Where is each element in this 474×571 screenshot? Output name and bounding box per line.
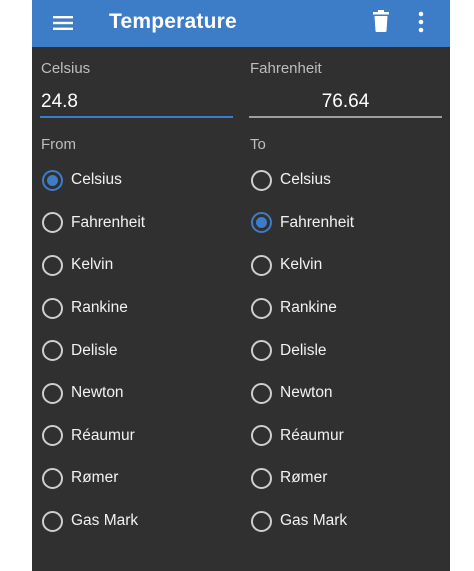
- radio-button[interactable]: [251, 340, 272, 362]
- to-option-reaumur[interactable]: Réaumur: [249, 415, 449, 458]
- option-label: Rømer: [71, 469, 119, 487]
- radio-button[interactable]: [42, 510, 63, 532]
- app-screen: Temperature Celsius Fahrenheit From To C…: [32, 0, 450, 571]
- fahrenheit-input[interactable]: [249, 88, 442, 118]
- to-option-romer[interactable]: Rømer: [249, 457, 449, 500]
- to-option-rankine[interactable]: Rankine: [249, 287, 449, 330]
- from-option-delisle[interactable]: Delisle: [40, 329, 240, 372]
- to-option-celsius[interactable]: Celsius: [249, 159, 449, 202]
- option-label: Réaumur: [71, 426, 135, 444]
- radio-button[interactable]: [42, 254, 63, 276]
- radio-button[interactable]: [42, 467, 63, 489]
- from-option-rankine[interactable]: Rankine: [40, 287, 240, 330]
- celsius-label: Celsius: [41, 60, 91, 77]
- from-option-reaumur[interactable]: Réaumur: [40, 415, 240, 458]
- option-label: Fahrenheit: [280, 213, 355, 231]
- radio-button[interactable]: [251, 212, 272, 234]
- option-label: Gas Mark: [71, 512, 139, 530]
- from-radio-group: Celsius Fahrenheit Kelvin Rankine Delisl…: [40, 159, 240, 542]
- option-label: Kelvin: [71, 256, 114, 274]
- to-option-fahrenheit[interactable]: Fahrenheit: [249, 202, 449, 245]
- to-option-newton[interactable]: Newton: [249, 372, 449, 415]
- fahrenheit-label: Fahrenheit: [250, 60, 322, 77]
- radio-button[interactable]: [251, 297, 272, 319]
- option-label: Kelvin: [280, 256, 323, 274]
- from-option-newton[interactable]: Newton: [40, 372, 240, 415]
- to-option-gas-mark[interactable]: Gas Mark: [249, 500, 449, 543]
- option-label: Newton: [280, 384, 333, 402]
- radio-button[interactable]: [42, 212, 63, 234]
- radio-button[interactable]: [251, 425, 272, 447]
- from-option-kelvin[interactable]: Kelvin: [40, 244, 240, 287]
- to-label: To: [250, 136, 266, 153]
- page-title: Temperature: [109, 10, 237, 33]
- radio-button[interactable]: [42, 340, 63, 362]
- radio-button[interactable]: [42, 297, 63, 319]
- option-label: Rømer: [280, 469, 328, 487]
- to-option-delisle[interactable]: Delisle: [249, 329, 449, 372]
- option-label: Rankine: [71, 299, 128, 317]
- radio-button[interactable]: [42, 169, 63, 191]
- option-label: Celsius: [71, 171, 122, 189]
- radio-button[interactable]: [251, 169, 272, 191]
- more-vert-icon[interactable]: [416, 10, 426, 34]
- radio-button[interactable]: [251, 510, 272, 532]
- from-option-gas-mark[interactable]: Gas Mark: [40, 500, 240, 543]
- option-label: Celsius: [280, 171, 331, 189]
- app-bar: Temperature: [32, 0, 450, 47]
- radio-button[interactable]: [42, 382, 63, 404]
- option-label: Gas Mark: [280, 512, 348, 530]
- from-option-romer[interactable]: Rømer: [40, 457, 240, 500]
- option-label: Rankine: [280, 299, 337, 317]
- radio-button[interactable]: [251, 254, 272, 276]
- trash-icon[interactable]: [371, 9, 391, 33]
- radio-button[interactable]: [42, 425, 63, 447]
- option-label: Delisle: [71, 341, 118, 359]
- from-option-fahrenheit[interactable]: Fahrenheit: [40, 202, 240, 245]
- option-label: Newton: [71, 384, 124, 402]
- radio-button[interactable]: [251, 382, 272, 404]
- to-radio-group: Celsius Fahrenheit Kelvin Rankine Delisl…: [249, 159, 449, 542]
- option-label: Delisle: [280, 341, 327, 359]
- celsius-input[interactable]: [40, 88, 233, 118]
- radio-button[interactable]: [251, 467, 272, 489]
- to-option-kelvin[interactable]: Kelvin: [249, 244, 449, 287]
- from-label: From: [41, 136, 76, 153]
- option-label: Réaumur: [280, 426, 344, 444]
- menu-icon[interactable]: [52, 12, 74, 34]
- from-option-celsius[interactable]: Celsius: [40, 159, 240, 202]
- option-label: Fahrenheit: [71, 213, 146, 231]
